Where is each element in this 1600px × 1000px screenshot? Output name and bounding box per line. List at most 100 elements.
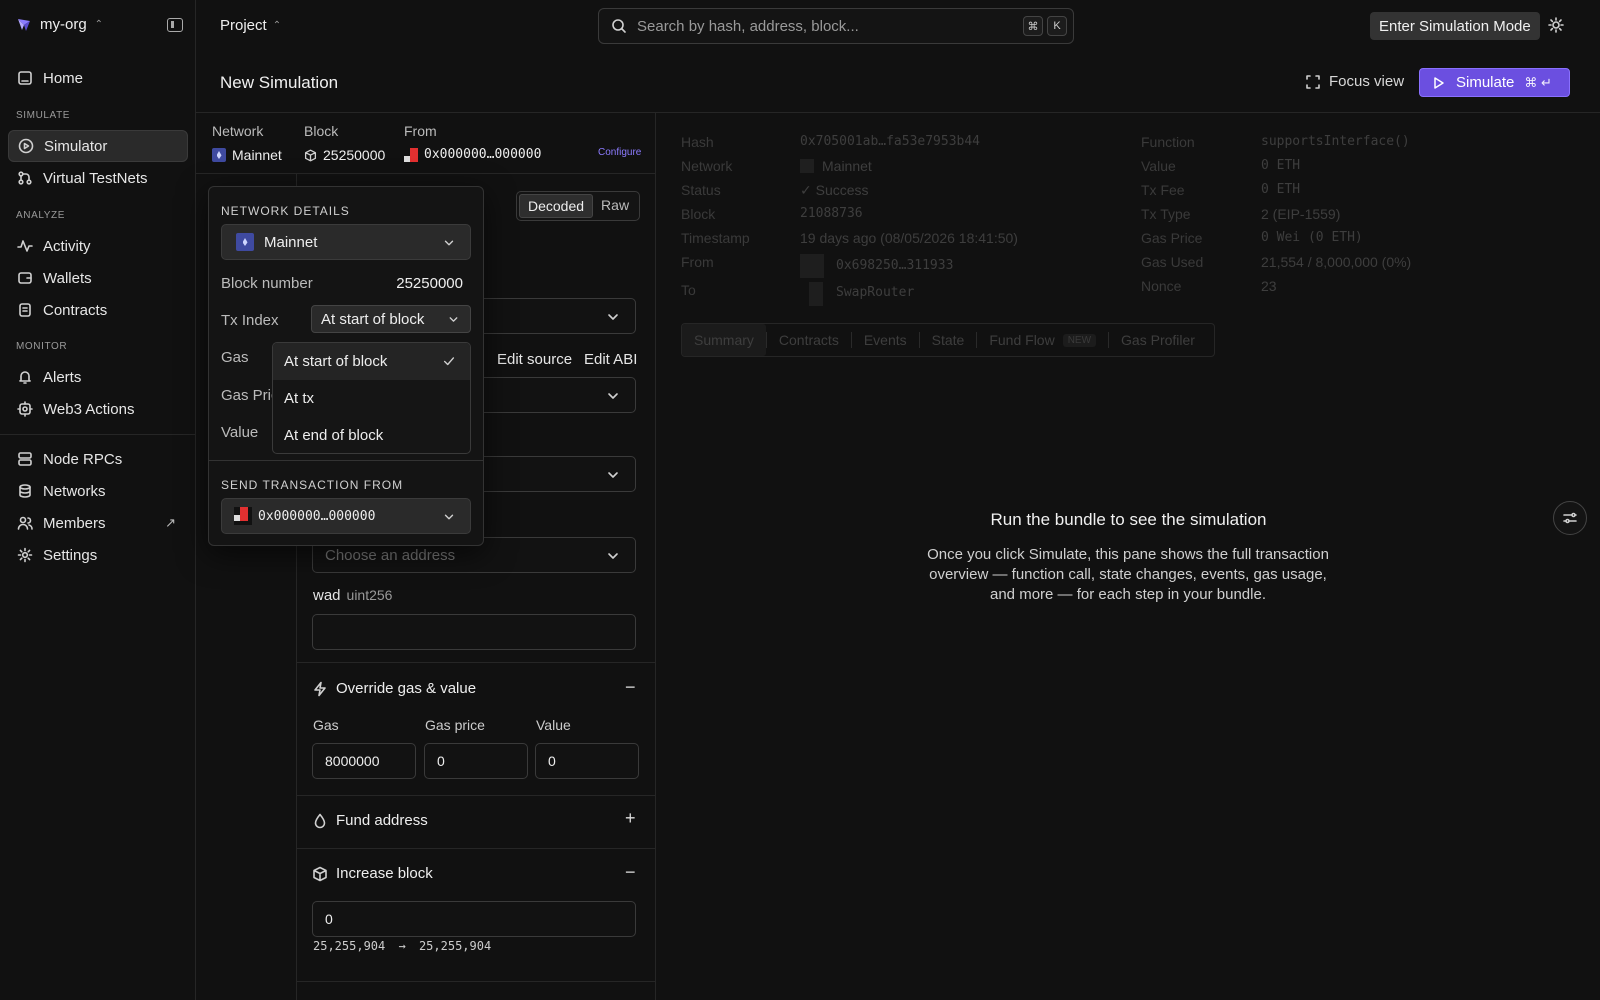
network-select[interactable]: Mainnet: [221, 224, 471, 260]
chevron-down-icon: [444, 514, 454, 520]
increase-block-input[interactable]: 0: [312, 901, 636, 937]
wad-input[interactable]: [312, 614, 636, 650]
timestamp-label: Timestamp: [681, 230, 750, 246]
arrow-right-icon: →: [398, 939, 406, 953]
from-label: From: [404, 123, 437, 139]
gas-input[interactable]: 8000000: [312, 743, 416, 779]
decoded-toggle[interactable]: Decoded: [519, 194, 594, 218]
send-from-select[interactable]: 0x000000…000000: [221, 498, 471, 534]
edit-abi-link[interactable]: Edit ABI: [584, 351, 637, 368]
tab-label: Fund Flow: [989, 332, 1055, 348]
sidebar-item-label: Web3 Actions: [43, 400, 135, 418]
edit-source-link[interactable]: Edit source: [497, 351, 572, 368]
block-label: Block: [681, 206, 716, 222]
expand-fund-address-icon[interactable]: +: [625, 808, 636, 829]
hash-label: Hash: [681, 134, 714, 150]
option-at-end-of-block[interactable]: At end of block: [273, 417, 470, 453]
wad-type: uint256: [346, 587, 393, 603]
value-value: 0 ETH: [1261, 158, 1301, 173]
sidebar-item-networks[interactable]: Networks: [8, 475, 188, 507]
value-label: Value: [221, 424, 259, 441]
sidebar-item-settings[interactable]: Settings: [8, 539, 188, 571]
value-input[interactable]: 0: [535, 743, 639, 779]
sidebar-item-node-rpcs[interactable]: Node RPCs: [8, 443, 188, 475]
block-range: 25,255,904 → 25,255,904: [313, 939, 491, 953]
project-label: Project: [220, 17, 267, 34]
theme-toggle-button[interactable]: [1548, 17, 1564, 33]
raw-toggle[interactable]: Raw: [593, 194, 637, 218]
status-label: Status: [681, 182, 721, 198]
sidebar-item-web3-actions[interactable]: Web3 Actions: [8, 393, 188, 425]
network-value: Mainnet: [212, 147, 282, 163]
gas-price-input[interactable]: 0: [424, 743, 528, 779]
sidebar-item-virtual-testnets[interactable]: Virtual TestNets: [8, 162, 188, 194]
check-icon: [443, 357, 455, 366]
option-at-start-of-block[interactable]: At start of block: [273, 343, 470, 380]
tab-contracts[interactable]: Contracts: [767, 324, 851, 356]
network-name: Mainnet: [232, 147, 282, 163]
org-switcher[interactable]: my-org ⌃: [16, 16, 103, 33]
collapse-increase-block-icon[interactable]: −: [625, 862, 636, 883]
from-value: 0x698250…311933: [836, 258, 954, 273]
simulate-button[interactable]: Simulate ⌘ ↵: [1419, 68, 1570, 97]
ethereum-icon: [800, 159, 814, 173]
tab-fund-flow[interactable]: Fund Flow NEW: [977, 324, 1108, 356]
tx-type-value: 2 (EIP-1559): [1261, 206, 1341, 222]
gas-label: Gas: [313, 717, 339, 733]
empty-state-text: Once you click Simulate, this pane shows…: [927, 546, 1329, 603]
section-label-monitor: MONITOR: [16, 341, 68, 352]
send-from-value: 0x000000…000000: [258, 508, 376, 524]
to-label: To: [681, 282, 696, 298]
block-number-value[interactable]: 25250000: [396, 275, 463, 292]
section-label-simulate: SIMULATE: [16, 110, 71, 121]
option-at-tx[interactable]: At tx: [273, 380, 470, 417]
gear-icon: [17, 547, 33, 563]
sidebar-item-simulator[interactable]: Simulator: [8, 130, 188, 162]
gas-price-value: 0 Wei (0 ETH): [1261, 230, 1363, 245]
gas-used-value: 21,554 / 8,000,000 (0%): [1261, 254, 1412, 270]
network-value: Mainnet: [800, 158, 872, 174]
database-icon: [19, 484, 31, 498]
sidebar-toggle-icon[interactable]: [167, 18, 183, 32]
block-number-label: Block number: [221, 275, 313, 292]
wallet-icon: [18, 272, 32, 284]
sidebar-item-home[interactable]: Home: [8, 62, 188, 94]
chevron-down-icon: [449, 317, 458, 322]
tab-gas-profiler[interactable]: Gas Profiler: [1109, 324, 1207, 356]
wad-name: wad: [313, 587, 341, 604]
tab-state[interactable]: State: [920, 324, 977, 356]
send-from-heading: SEND TRANSACTION FROM: [221, 478, 404, 492]
block-from: 25,255,904: [313, 939, 386, 953]
tab-summary[interactable]: Summary: [682, 324, 766, 356]
fund-address-section-header[interactable]: Fund address: [312, 812, 428, 829]
network-details-heading: NETWORK DETAILS: [221, 204, 350, 218]
section-divider: [296, 795, 656, 796]
play-circle-icon: [18, 138, 34, 154]
cube-icon: [304, 149, 317, 161]
tx-index-select[interactable]: At start of block: [311, 305, 471, 333]
options-fab-button[interactable]: [1553, 501, 1587, 535]
sidebar-item-alerts[interactable]: Alerts: [8, 361, 188, 393]
kbd-cmd: ⌘: [1023, 16, 1043, 36]
activity-icon: [17, 240, 33, 252]
search-input[interactable]: Search by hash, address, block... ⌘ K: [598, 8, 1074, 44]
collapse-override-icon[interactable]: −: [625, 677, 636, 698]
sidebar-item-label: Node RPCs: [43, 450, 123, 468]
view-toggle[interactable]: Decoded Raw: [516, 191, 641, 221]
simulation-summary[interactable]: Network Mainnet Block 25250000 From 0x00…: [212, 123, 648, 173]
tab-events[interactable]: Events: [852, 324, 919, 356]
project-switcher[interactable]: Project ⌃: [220, 17, 281, 34]
search-placeholder: Search by hash, address, block...: [637, 17, 859, 35]
sidebar-item-members[interactable]: Members ↗: [8, 507, 188, 539]
override-gas-section-header[interactable]: Override gas & value: [312, 680, 476, 697]
sidebar-item-wallets[interactable]: Wallets: [8, 262, 188, 294]
sidebar-item-activity[interactable]: Activity: [8, 230, 188, 262]
sidebar-item-label: Contracts: [43, 301, 108, 319]
focus-view-button[interactable]: Focus view: [1305, 73, 1404, 90]
configure-link[interactable]: Configure: [598, 147, 641, 158]
increase-block-section-header[interactable]: Increase block: [312, 865, 433, 882]
sidebar-item-contracts[interactable]: Contracts: [8, 294, 188, 326]
focus-view-label: Focus view: [1329, 73, 1405, 90]
enter-simulation-mode-button[interactable]: Enter Simulation Mode: [1370, 12, 1540, 40]
gas-price-label: Gas Pric: [221, 387, 279, 404]
